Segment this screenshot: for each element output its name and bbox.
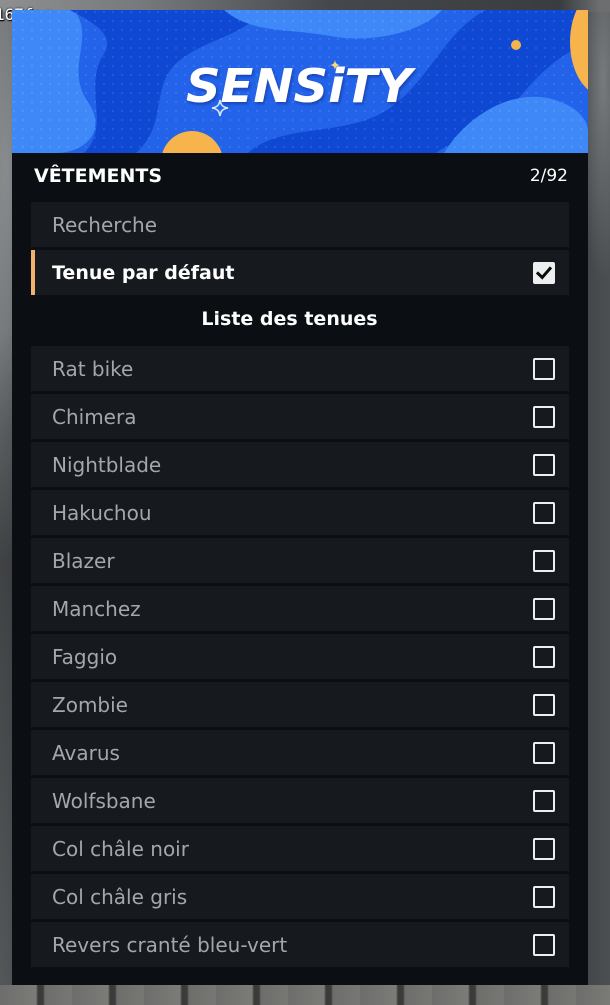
outfit-item[interactable]: Blazer: [31, 538, 569, 583]
checkbox-unchecked-icon[interactable]: [533, 405, 555, 428]
outfit-item-label: Col châle gris: [52, 884, 188, 909]
outfit-item[interactable]: Col châle noir: [31, 826, 569, 871]
outfit-item[interactable]: Chimera: [31, 394, 569, 439]
outfit-item-label: Revers cranté bleu-vert: [52, 932, 288, 957]
default-outfit-label: Tenue par défaut: [52, 261, 235, 284]
outfit-item-label: Faggio: [52, 644, 118, 669]
checkbox-unchecked-icon[interactable]: [533, 885, 555, 908]
outfit-item[interactable]: Rat bike: [31, 346, 569, 391]
checkbox-unchecked-icon[interactable]: [533, 597, 555, 620]
outfit-item-label: Rat bike: [52, 356, 134, 381]
checkbox-unchecked-icon[interactable]: [533, 693, 555, 716]
menu-body: Tenue par défaut Liste des tenues Rat bi…: [12, 199, 588, 967]
outfit-item-label: Zombie: [52, 692, 128, 717]
outfit-menu: SENSiTY VÊTEMENTS 2/92 Tenue par défaut …: [12, 10, 588, 985]
background-floor: [0, 985, 610, 1005]
checkbox-unchecked-icon[interactable]: [533, 549, 555, 572]
checkbox-unchecked-icon[interactable]: [533, 645, 555, 668]
checkbox-unchecked-icon[interactable]: [533, 933, 555, 956]
search-input[interactable]: [31, 202, 569, 247]
outfit-item[interactable]: Faggio: [31, 634, 569, 679]
checkbox-unchecked-icon[interactable]: [533, 453, 555, 476]
section-title: Liste des tenues: [201, 307, 378, 330]
outfit-item[interactable]: Nightblade: [31, 442, 569, 487]
outfit-item[interactable]: Wolfsbane: [31, 778, 569, 823]
menu-header: VÊTEMENTS 2/92: [12, 153, 588, 199]
outfit-item-label: Hakuchou: [52, 500, 152, 525]
outfit-item-label: Manchez: [52, 596, 141, 621]
menu-title: VÊTEMENTS: [34, 165, 163, 187]
outfit-item[interactable]: Hakuchou: [31, 490, 569, 535]
checkbox-unchecked-icon[interactable]: [533, 789, 555, 812]
outfit-item-label: Chimera: [52, 404, 137, 429]
outfit-item[interactable]: Revers cranté bleu-vert: [31, 922, 569, 967]
menu-banner: SENSiTY: [12, 10, 588, 153]
checkbox-unchecked-icon[interactable]: [533, 741, 555, 764]
banner-orange-dot: [511, 40, 521, 50]
outfit-item[interactable]: Col châle gris: [31, 874, 569, 919]
checkbox-unchecked-icon[interactable]: [533, 501, 555, 524]
outfit-item[interactable]: Manchez: [31, 586, 569, 631]
logo-text: SENSiTY: [186, 59, 417, 113]
checkbox-unchecked-icon[interactable]: [533, 357, 555, 380]
checkmark-icon: [535, 265, 553, 280]
checkbox-unchecked-icon[interactable]: [533, 837, 555, 860]
default-outfit-item[interactable]: Tenue par défaut: [31, 250, 569, 295]
outfit-item[interactable]: Zombie: [31, 682, 569, 727]
outfit-item-label: Avarus: [52, 740, 120, 765]
outfit-item-label: Nightblade: [52, 452, 162, 477]
outfit-item-label: Wolfsbane: [52, 788, 156, 813]
checkbox-checked-icon[interactable]: [533, 261, 555, 284]
outfit-item-label: Blazer: [52, 548, 115, 573]
outfit-list: Rat bike Chimera Nightblade Hakuchou Blazer M…: [31, 346, 569, 967]
item-counter: 2/92: [529, 166, 568, 186]
outfit-item-label: Col châle noir: [52, 836, 189, 861]
outfit-item[interactable]: Avarus: [31, 730, 569, 775]
